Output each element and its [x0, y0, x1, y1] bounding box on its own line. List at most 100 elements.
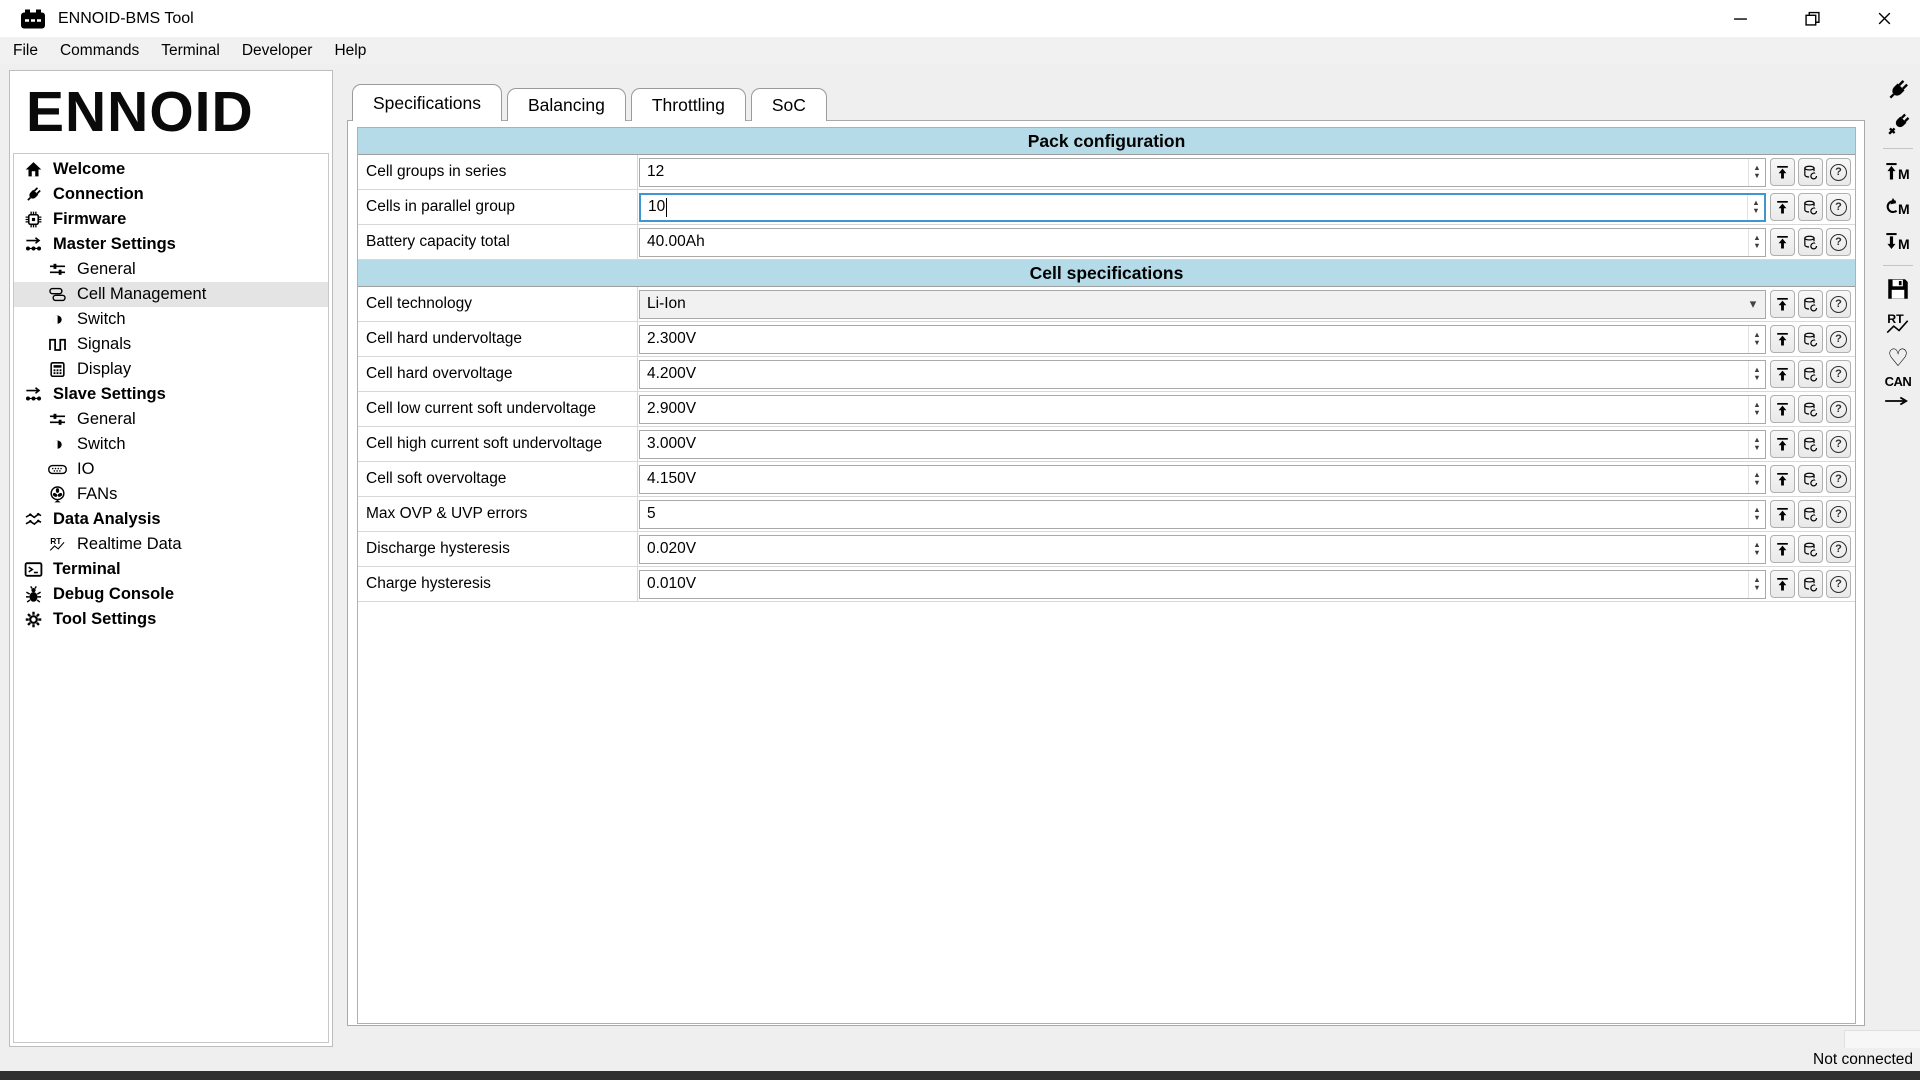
- sidebar-item-cell-management[interactable]: Cell Management: [14, 282, 328, 307]
- spinner-buttons[interactable]: ▲▼: [1748, 326, 1765, 353]
- sidebar-item-welcome[interactable]: Welcome: [14, 157, 328, 182]
- spinner-buttons[interactable]: ▲▼: [1748, 431, 1765, 458]
- refresh-db-button[interactable]: [1798, 228, 1823, 256]
- resize-grip[interactable]: [1844, 1030, 1920, 1048]
- connect-button[interactable]: [1881, 76, 1915, 104]
- sidebar-item-data-analysis[interactable]: Data Analysis: [14, 507, 328, 532]
- value-input[interactable]: 0.010V▲▼: [639, 570, 1766, 599]
- help-button[interactable]: ?: [1826, 395, 1851, 423]
- refresh-db-button[interactable]: [1798, 500, 1823, 528]
- close-button[interactable]: [1848, 0, 1920, 37]
- menu-help[interactable]: Help: [323, 39, 377, 63]
- upload-button[interactable]: [1770, 228, 1795, 256]
- minimize-button[interactable]: [1704, 0, 1776, 37]
- tab-throttling[interactable]: Throttling: [631, 88, 746, 121]
- upload-button[interactable]: [1770, 193, 1795, 221]
- can-button[interactable]: CAN: [1881, 380, 1915, 408]
- upload-button[interactable]: [1770, 158, 1795, 186]
- menu-terminal[interactable]: Terminal: [150, 39, 231, 63]
- upload-button[interactable]: [1770, 395, 1795, 423]
- upload-button[interactable]: [1770, 465, 1795, 493]
- read-master-button[interactable]: M: [1881, 228, 1915, 256]
- sidebar-item-tool-settings[interactable]: Tool Settings: [14, 607, 328, 632]
- value-select[interactable]: Li-Ion▾: [639, 290, 1766, 319]
- refresh-db-button[interactable]: [1798, 158, 1823, 186]
- spinner-buttons[interactable]: ▲▼: [1748, 229, 1765, 256]
- spinner-buttons[interactable]: ▲▼: [1748, 396, 1765, 423]
- value-input[interactable]: 0.020V▲▼: [639, 535, 1766, 564]
- spinner-buttons[interactable]: ▲▼: [1748, 159, 1765, 186]
- upload-button[interactable]: [1770, 570, 1795, 598]
- menu-file[interactable]: File: [2, 39, 49, 63]
- sidebar-item-signals[interactable]: Signals: [14, 332, 328, 357]
- tab-soc[interactable]: SoC: [751, 88, 827, 121]
- refresh-db-button[interactable]: [1798, 360, 1823, 388]
- refresh-db-button[interactable]: [1798, 193, 1823, 221]
- sidebar-item-debug-console[interactable]: Debug Console: [14, 582, 328, 607]
- write-master-button[interactable]: M: [1881, 158, 1915, 186]
- help-button[interactable]: ?: [1826, 570, 1851, 598]
- value-input[interactable]: 4.200V▲▼: [639, 360, 1766, 389]
- spinner-buttons[interactable]: ▲▼: [1748, 536, 1765, 563]
- value-input[interactable]: 40.00Ah▲▼: [639, 228, 1766, 257]
- sidebar-item-switch[interactable]: ◑Switch: [14, 307, 328, 332]
- value-input[interactable]: 3.000V▲▼: [639, 430, 1766, 459]
- menu-developer[interactable]: Developer: [231, 39, 324, 63]
- tab-specifications[interactable]: Specifications: [352, 84, 502, 121]
- upload-button[interactable]: [1770, 290, 1795, 318]
- upload-button[interactable]: [1770, 430, 1795, 458]
- sidebar-item-connection[interactable]: Connection: [14, 182, 328, 207]
- spinner-buttons[interactable]: ▲▼: [1748, 361, 1765, 388]
- menu-commands[interactable]: Commands: [49, 39, 150, 63]
- refresh-db-button[interactable]: [1798, 290, 1823, 318]
- help-button[interactable]: ?: [1826, 325, 1851, 353]
- favorites-button[interactable]: ♡: [1881, 345, 1915, 373]
- chevron-down-icon[interactable]: ▾: [1741, 291, 1765, 318]
- reload-master-button[interactable]: M: [1881, 193, 1915, 221]
- sidebar-item-io[interactable]: IO: [14, 457, 328, 482]
- value-input[interactable]: 5▲▼: [639, 500, 1766, 529]
- realtime-button[interactable]: RT: [1881, 310, 1915, 338]
- upload-button[interactable]: [1770, 500, 1795, 528]
- tab-balancing[interactable]: Balancing: [507, 88, 626, 121]
- spinner-buttons[interactable]: ▲▼: [1748, 501, 1765, 528]
- help-button[interactable]: ?: [1826, 465, 1851, 493]
- sidebar-item-fans[interactable]: FANs: [14, 482, 328, 507]
- value-input[interactable]: 2.900V▲▼: [639, 395, 1766, 424]
- upload-button[interactable]: [1770, 325, 1795, 353]
- value-input[interactable]: 4.150V▲▼: [639, 465, 1766, 494]
- value-input[interactable]: 2.300V▲▼: [639, 325, 1766, 354]
- refresh-db-button[interactable]: [1798, 570, 1823, 598]
- help-button[interactable]: ?: [1826, 228, 1851, 256]
- disconnect-button[interactable]: [1881, 111, 1915, 139]
- refresh-db-button[interactable]: [1798, 395, 1823, 423]
- sidebar-item-general[interactable]: General: [14, 257, 328, 282]
- value-input[interactable]: 10▲▼: [639, 193, 1766, 222]
- sidebar-item-firmware[interactable]: Firmware: [14, 207, 328, 232]
- maximize-button[interactable]: [1776, 0, 1848, 37]
- help-button[interactable]: ?: [1826, 430, 1851, 458]
- sidebar-item-terminal[interactable]: Terminal: [14, 557, 328, 582]
- refresh-db-button[interactable]: [1798, 430, 1823, 458]
- help-button[interactable]: ?: [1826, 193, 1851, 221]
- spinner-buttons[interactable]: ▲▼: [1747, 195, 1764, 220]
- save-button[interactable]: [1881, 275, 1915, 303]
- refresh-db-button[interactable]: [1798, 465, 1823, 493]
- sidebar-item-general[interactable]: General: [14, 407, 328, 432]
- help-button[interactable]: ?: [1826, 360, 1851, 388]
- spinner-buttons[interactable]: ▲▼: [1748, 466, 1765, 493]
- refresh-db-button[interactable]: [1798, 535, 1823, 563]
- value-input[interactable]: 12▲▼: [639, 158, 1766, 187]
- sidebar-item-master-settings[interactable]: Master Settings: [14, 232, 328, 257]
- sidebar-item-realtime-data[interactable]: RTRealtime Data: [14, 532, 328, 557]
- sidebar-item-slave-settings[interactable]: Slave Settings: [14, 382, 328, 407]
- help-button[interactable]: ?: [1826, 500, 1851, 528]
- spinner-buttons[interactable]: ▲▼: [1748, 571, 1765, 598]
- upload-button[interactable]: [1770, 360, 1795, 388]
- help-button[interactable]: ?: [1826, 158, 1851, 186]
- help-button[interactable]: ?: [1826, 535, 1851, 563]
- upload-button[interactable]: [1770, 535, 1795, 563]
- help-button[interactable]: ?: [1826, 290, 1851, 318]
- sidebar-item-switch[interactable]: ◑Switch: [14, 432, 328, 457]
- sidebar-item-display[interactable]: Display: [14, 357, 328, 382]
